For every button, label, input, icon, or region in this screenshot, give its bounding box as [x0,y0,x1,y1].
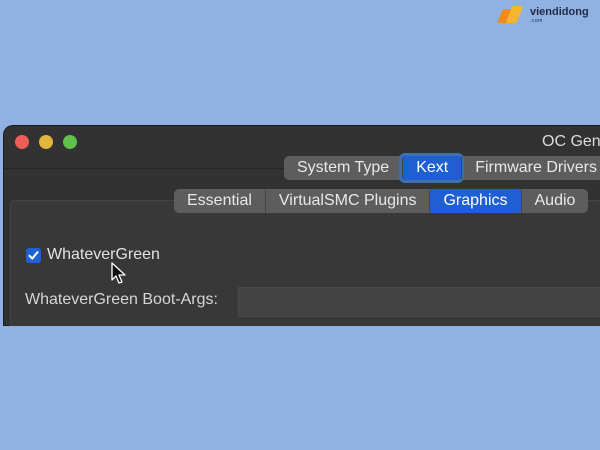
tab-essential[interactable]: Essential [174,189,265,213]
zoom-window-icon[interactable] [63,135,77,149]
logo-sub: .com [530,17,543,24]
close-window-icon[interactable] [15,135,29,149]
tab-audio[interactable]: Audio [520,189,589,213]
tab-firmware-drivers[interactable]: Firmware Drivers [461,156,600,180]
logo-name: viendidong [530,5,589,18]
minimize-window-icon[interactable] [39,135,53,149]
checkmark-icon [28,250,39,259]
tab-kext[interactable]: Kext [402,156,462,180]
kext-tabs: Essential VirtualSMC Plugins Graphics Au… [174,189,589,213]
whatevergreen-checkbox[interactable] [26,247,41,263]
logo-mark-icon [497,6,524,24]
tab-virtualsmc-plugins[interactable]: VirtualSMC Plugins [264,189,430,213]
tab-system-type[interactable]: System Type [284,156,402,180]
mouse-pointer-icon [111,262,126,284]
window-title: OC Gen [542,133,600,150]
main-tabs: System Type Kext Firmware Drivers [284,156,600,180]
bootargs-field[interactable] [238,287,600,317]
whatevergreen-checkbox-row[interactable]: WhateverGreen [26,246,160,264]
tab-graphics[interactable]: Graphics [429,189,521,213]
bootargs-label: WhateverGreen Boot-Args: [25,291,218,308]
whatevergreen-label: WhateverGreen [47,246,160,263]
viendidong-logo: viendidong .com [497,4,589,26]
title-bar[interactable]: OC Gen [4,126,600,160]
